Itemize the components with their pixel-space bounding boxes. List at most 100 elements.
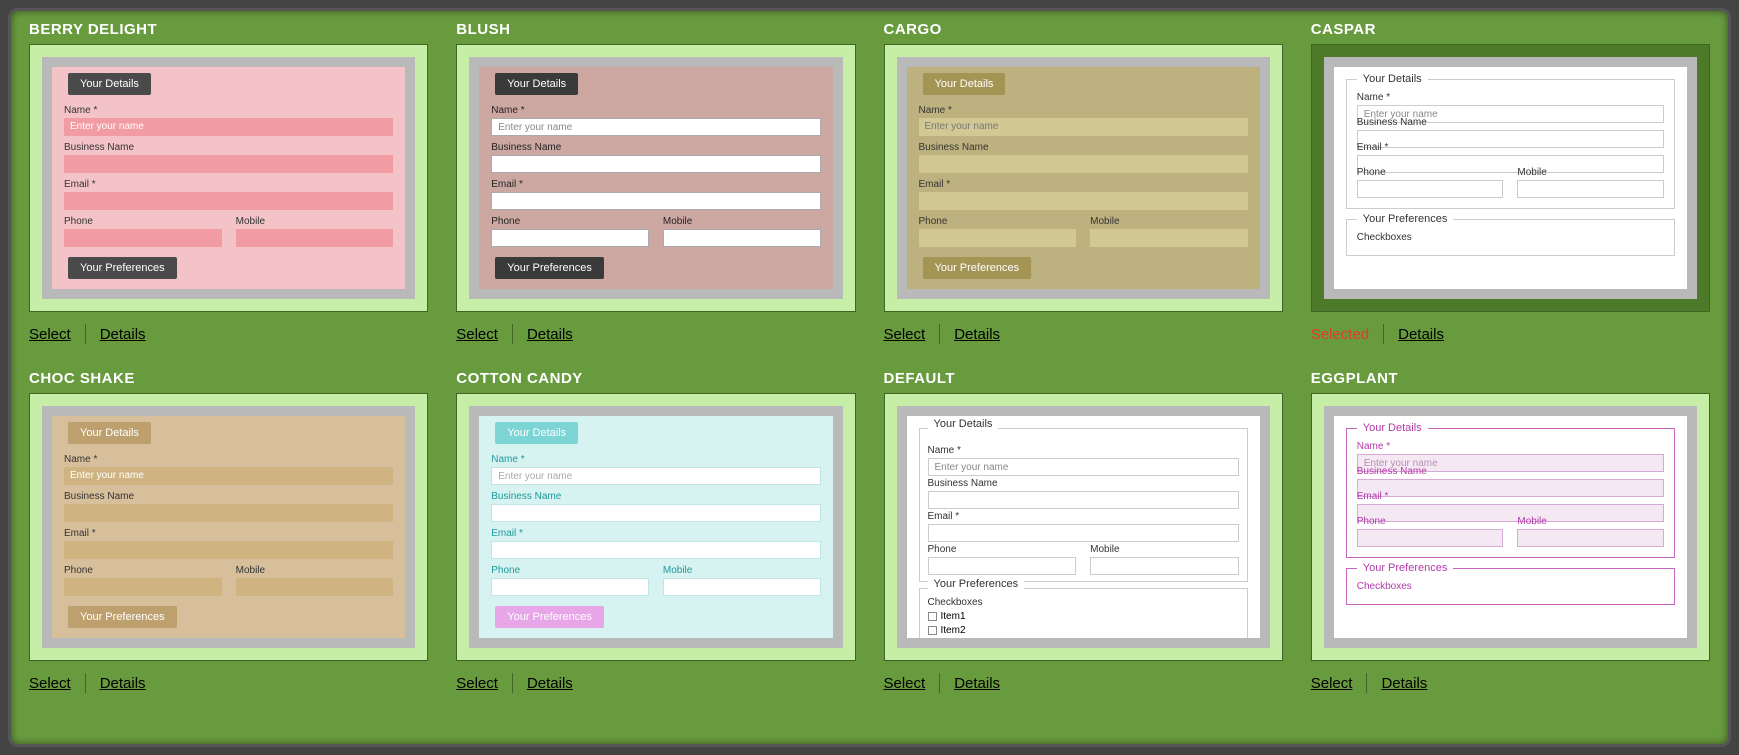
separator	[939, 673, 940, 693]
section-legend: Your Details	[495, 73, 578, 95]
field-label: Business Name	[64, 491, 393, 502]
field-label: Email *	[919, 179, 1248, 190]
section-legend: Your Preferences	[495, 606, 604, 628]
text-input	[64, 578, 222, 596]
section-legend: Your Preferences	[1357, 562, 1454, 574]
text-input	[491, 229, 649, 247]
theme-card: CASPAR Your DetailsName *Enter your nameB…	[1311, 21, 1710, 344]
field-label: Phone	[928, 544, 1077, 555]
theme-title: BERRY DELIGHT	[29, 21, 428, 38]
select-link[interactable]: Select	[884, 675, 926, 692]
select-link[interactable]: Select	[456, 326, 498, 343]
section-legend: Your Details	[68, 422, 151, 444]
theme-actions: Selected Details	[1311, 324, 1710, 344]
field-label: Business Name	[919, 142, 1248, 153]
separator	[1366, 673, 1367, 693]
theme-actions: Select Details	[884, 673, 1283, 693]
section-legend: Your Details	[495, 422, 578, 444]
separator	[512, 324, 513, 344]
field-label: Email *	[928, 511, 1239, 522]
field-label: Phone	[64, 216, 222, 227]
separator	[85, 324, 86, 344]
details-link[interactable]: Details	[954, 326, 1000, 343]
text-input: Enter your name	[919, 118, 1248, 136]
theme-gallery-scroll[interactable]: BERRY DELIGHTYour DetailsName *Enter you…	[11, 11, 1728, 744]
field-label: Phone	[1357, 167, 1504, 178]
selected-indicator: Selected	[1311, 326, 1369, 343]
select-link[interactable]: Select	[1311, 675, 1353, 692]
field-label: Name *	[1357, 441, 1664, 452]
field-label: Business Name	[491, 491, 820, 502]
field-label: Checkboxes	[1357, 581, 1664, 592]
text-input	[928, 491, 1239, 509]
field-label: Phone	[919, 216, 1077, 227]
theme-actions: Select Details	[29, 673, 428, 693]
field-label: Name *	[64, 454, 393, 465]
section-legend: Your Preferences	[923, 257, 1032, 279]
theme-title: BLUSH	[456, 21, 855, 38]
details-link[interactable]: Details	[100, 326, 146, 343]
details-link[interactable]: Details	[527, 675, 573, 692]
field-label: Name *	[64, 105, 393, 116]
text-input	[236, 229, 394, 247]
theme-gallery-panel: BERRY DELIGHTYour DetailsName *Enter you…	[8, 8, 1731, 747]
theme-preview[interactable]: Your DetailsName *Enter your nameBusines…	[884, 393, 1283, 661]
theme-preview[interactable]: Your DetailsName *Enter your nameBusines…	[884, 44, 1283, 312]
separator	[512, 673, 513, 693]
details-link[interactable]: Details	[1381, 675, 1427, 692]
field-label: Email *	[64, 528, 393, 539]
text-input	[928, 557, 1077, 575]
text-input	[663, 229, 821, 247]
theme-preview[interactable]: Your DetailsName *Enter your nameBusines…	[1311, 44, 1710, 312]
text-input	[64, 504, 393, 522]
separator	[85, 673, 86, 693]
select-link[interactable]: Select	[456, 675, 498, 692]
text-input	[919, 229, 1077, 247]
text-input	[236, 578, 394, 596]
separator	[1383, 324, 1384, 344]
field-label: Name *	[928, 445, 1239, 456]
field-label: Mobile	[236, 565, 394, 576]
section-legend: Your Preferences	[1357, 213, 1454, 225]
select-link[interactable]: Select	[29, 326, 71, 343]
field-label: Email *	[1357, 142, 1664, 153]
section-legend: Your Details	[928, 418, 999, 430]
section-legend: Your Details	[1357, 422, 1428, 434]
text-input	[1517, 529, 1664, 547]
theme-preview[interactable]: Your DetailsName *Enter your nameBusines…	[456, 393, 855, 661]
field-label: Mobile	[663, 565, 821, 576]
section-legend: Your Preferences	[68, 606, 177, 628]
select-link[interactable]: Select	[884, 326, 926, 343]
text-input	[491, 192, 820, 210]
theme-title: CASPAR	[1311, 21, 1710, 38]
theme-preview[interactable]: Your DetailsName *Enter your nameBusines…	[29, 393, 428, 661]
details-link[interactable]: Details	[954, 675, 1000, 692]
field-label: Business Name	[64, 142, 393, 153]
field-label: Name *	[1357, 92, 1664, 103]
field-label: Phone	[64, 565, 222, 576]
theme-actions: Select Details	[884, 324, 1283, 344]
section-legend: Your Details	[68, 73, 151, 95]
theme-card: CARGO Your DetailsName *Enter your nameBu…	[884, 21, 1283, 344]
theme-preview[interactable]: Your DetailsName *Enter your nameBusines…	[29, 44, 428, 312]
theme-card: COTTON CANDYYour DetailsName *Enter your…	[456, 370, 855, 693]
theme-actions: Select Details	[456, 673, 855, 693]
theme-title: EGGPLANT	[1311, 370, 1710, 387]
details-link[interactable]: Details	[527, 326, 573, 343]
theme-title: CARGO	[884, 21, 1283, 38]
field-label: Mobile	[236, 216, 394, 227]
section-legend: Your Preferences	[495, 257, 604, 279]
theme-preview[interactable]: Your DetailsName *Enter your nameBusines…	[1311, 393, 1710, 661]
details-link[interactable]: Details	[100, 675, 146, 692]
text-input	[64, 229, 222, 247]
theme-card: DEFAULTYour DetailsName *Enter your name…	[884, 370, 1283, 693]
field-label: Mobile	[1090, 544, 1239, 555]
field-label: Name *	[491, 454, 820, 465]
select-link[interactable]: Select	[29, 675, 71, 692]
text-input	[1090, 229, 1248, 247]
theme-title: CHOC SHAKE	[29, 370, 428, 387]
theme-preview[interactable]: Your DetailsName *Enter your nameBusines…	[456, 44, 855, 312]
text-input	[491, 541, 820, 559]
details-link[interactable]: Details	[1398, 326, 1444, 343]
text-input	[663, 578, 821, 596]
